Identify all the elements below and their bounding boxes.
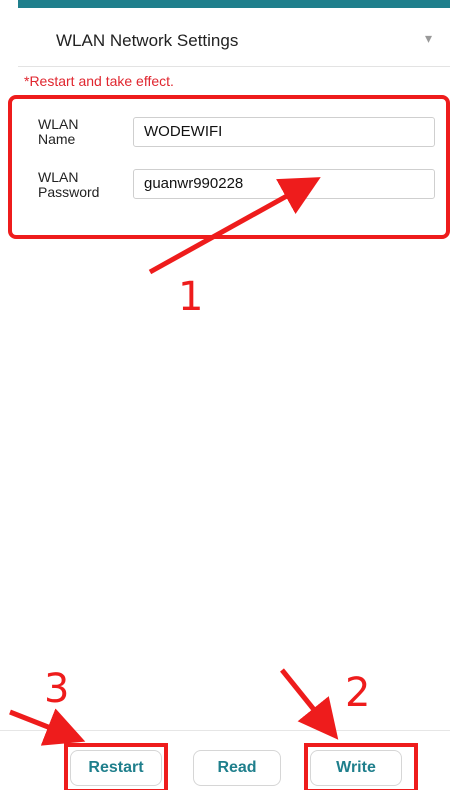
bottom-divider xyxy=(0,730,450,731)
restart-button[interactable]: Restart xyxy=(70,750,162,786)
wlan-password-input[interactable]: guanwr990228 xyxy=(133,169,435,199)
step-2-label: 2 xyxy=(345,670,371,716)
restart-notice: *Restart and take effect. xyxy=(24,73,174,89)
step-1-label: 1 xyxy=(178,274,204,320)
wlan-name-input[interactable]: WODEWIFI xyxy=(133,117,435,147)
arrow-3 xyxy=(9,708,86,746)
wlan-password-label: WLAN Password xyxy=(38,169,100,200)
write-button[interactable]: Write xyxy=(310,750,402,786)
arrow-2 xyxy=(280,668,339,740)
read-button[interactable]: Read xyxy=(193,750,281,786)
wlan-name-label: WLAN Name xyxy=(38,116,79,147)
wlan-settings-dropdown[interactable]: WLAN Network Settings ▾ xyxy=(18,10,450,67)
section-title: WLAN Network Settings xyxy=(56,31,239,50)
chevron-down-icon[interactable]: ▾ xyxy=(425,30,432,47)
step-3-label: 3 xyxy=(44,666,70,712)
top-accent-bar xyxy=(18,0,450,8)
